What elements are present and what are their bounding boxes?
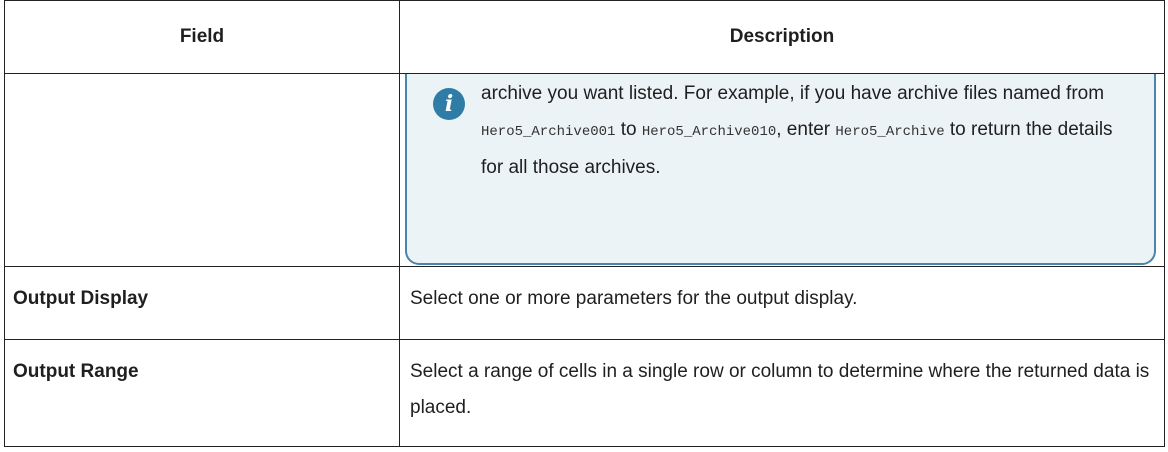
description-cell: i archive you want listed. For example, … xyxy=(399,73,1165,267)
fields-table: Field Description i archive you want lis… xyxy=(4,0,1165,447)
field-output-range: Output Range xyxy=(4,339,400,447)
table-row: Output Range Select a range of cells in … xyxy=(4,339,1165,447)
table-row: i archive you want listed. For example, … xyxy=(4,73,1165,267)
field-output-display: Output Display xyxy=(4,266,400,340)
header-description: Description xyxy=(399,0,1165,74)
info-note: i archive you want listed. For example, … xyxy=(405,74,1156,265)
code-archive-last: Hero5_Archive010 xyxy=(641,124,777,140)
code-archive-prefix: Hero5_Archive xyxy=(835,124,945,140)
note-text: archive you want listed. For example, if… xyxy=(481,83,1113,178)
info-icon: i xyxy=(433,88,465,120)
field-cell-empty xyxy=(4,73,400,267)
description-output-display: Select one or more parameters for the ou… xyxy=(399,266,1165,340)
table-row: Output Display Select one or more parame… xyxy=(4,266,1165,340)
code-archive-first: Hero5_Archive001 xyxy=(481,124,616,140)
description-output-range: Select a range of cells in a single row … xyxy=(399,339,1165,447)
header-row: Field Description xyxy=(4,0,1165,74)
header-field: Field xyxy=(4,0,400,74)
